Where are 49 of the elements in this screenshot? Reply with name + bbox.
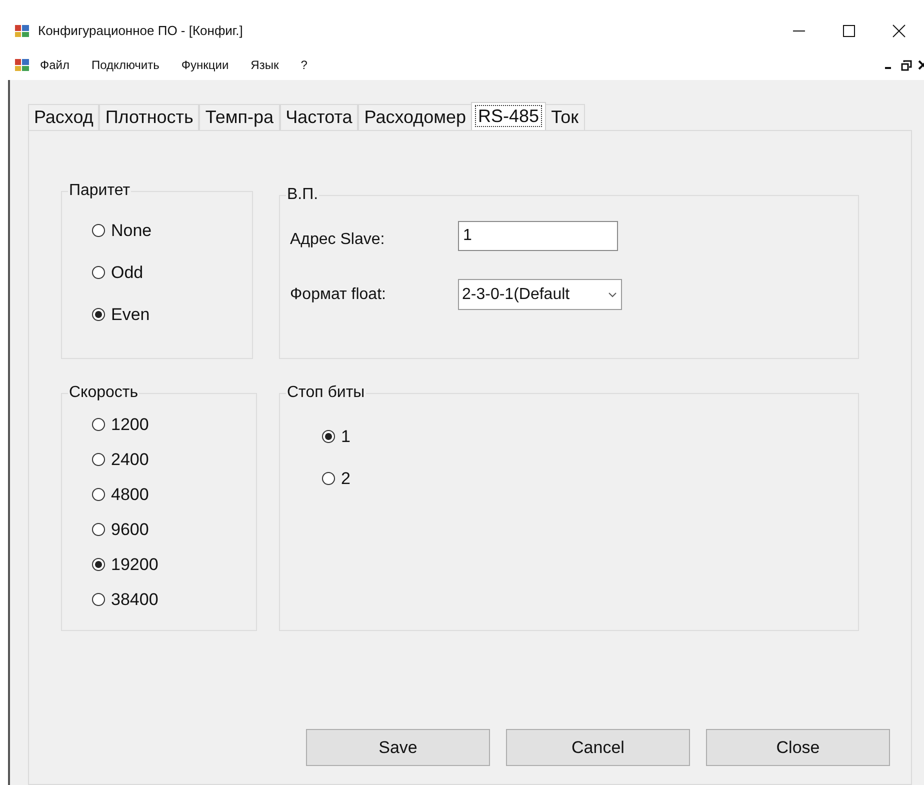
dialog-button[interactable]: Cancel [506, 729, 690, 766]
menu-item[interactable]: Язык [250, 56, 279, 74]
radio-button[interactable] [92, 488, 105, 501]
radio-label[interactable]: 9600 [111, 521, 149, 538]
slave-address-field[interactable]: 1 [458, 221, 618, 251]
tab[interactable]: Плотность [99, 104, 200, 130]
mdi-restore-icon[interactable] [901, 60, 912, 70]
tab[interactable]: Расходомер [358, 104, 472, 130]
tab[interactable]: RS-485 [471, 102, 546, 130]
app-icon [14, 57, 30, 73]
tab[interactable]: Расход [28, 104, 100, 130]
app-icon [14, 23, 30, 39]
radio-button[interactable] [322, 430, 335, 443]
radio-label[interactable]: Odd [111, 264, 144, 281]
menu-item[interactable]: ? [300, 56, 308, 74]
window-title: Конфигурационное ПО - [Конфиг.] [38, 22, 243, 40]
radio-button[interactable] [92, 523, 105, 536]
radio-label[interactable]: 2 [341, 470, 350, 487]
radio-button[interactable] [92, 558, 105, 571]
radio-label[interactable]: 1 [341, 428, 350, 445]
radio-button[interactable] [92, 418, 105, 431]
mdi-close-icon[interactable] [918, 60, 924, 70]
dialog-button[interactable]: Close [706, 729, 890, 766]
tab[interactable]: Частота [280, 104, 358, 130]
radio-label[interactable]: 1200 [111, 416, 149, 433]
field-label: Адрес Slave: [290, 230, 386, 250]
menu-item[interactable]: Функции [181, 56, 229, 74]
field-label: Формат float: [290, 284, 387, 304]
radio-button[interactable] [322, 472, 335, 485]
radio-button[interactable] [92, 308, 105, 321]
radio-label[interactable]: 2400 [111, 451, 149, 468]
tab[interactable]: Ток [545, 104, 585, 130]
radio-label[interactable]: 4800 [111, 486, 149, 503]
tab[interactable]: Темп-ра [199, 104, 280, 130]
chevron-down-icon [608, 292, 617, 298]
float-format-dropdown[interactable]: 2-3-0-1(Default [458, 279, 622, 310]
menu-item[interactable]: Подключить [92, 56, 160, 74]
radio-label[interactable]: 38400 [111, 591, 158, 608]
maximize-icon[interactable] [842, 24, 856, 38]
radio-button[interactable] [92, 266, 105, 279]
radio-label[interactable]: Even [111, 306, 150, 323]
close-icon[interactable] [892, 24, 906, 38]
menu-item[interactable]: Файл [40, 56, 70, 74]
radio-button[interactable] [92, 453, 105, 466]
radio-button[interactable] [92, 593, 105, 606]
radio-label[interactable]: None [111, 222, 152, 239]
radio-button[interactable] [92, 224, 105, 237]
radio-label[interactable]: 19200 [111, 556, 158, 573]
dialog-button[interactable]: Save [306, 729, 490, 766]
